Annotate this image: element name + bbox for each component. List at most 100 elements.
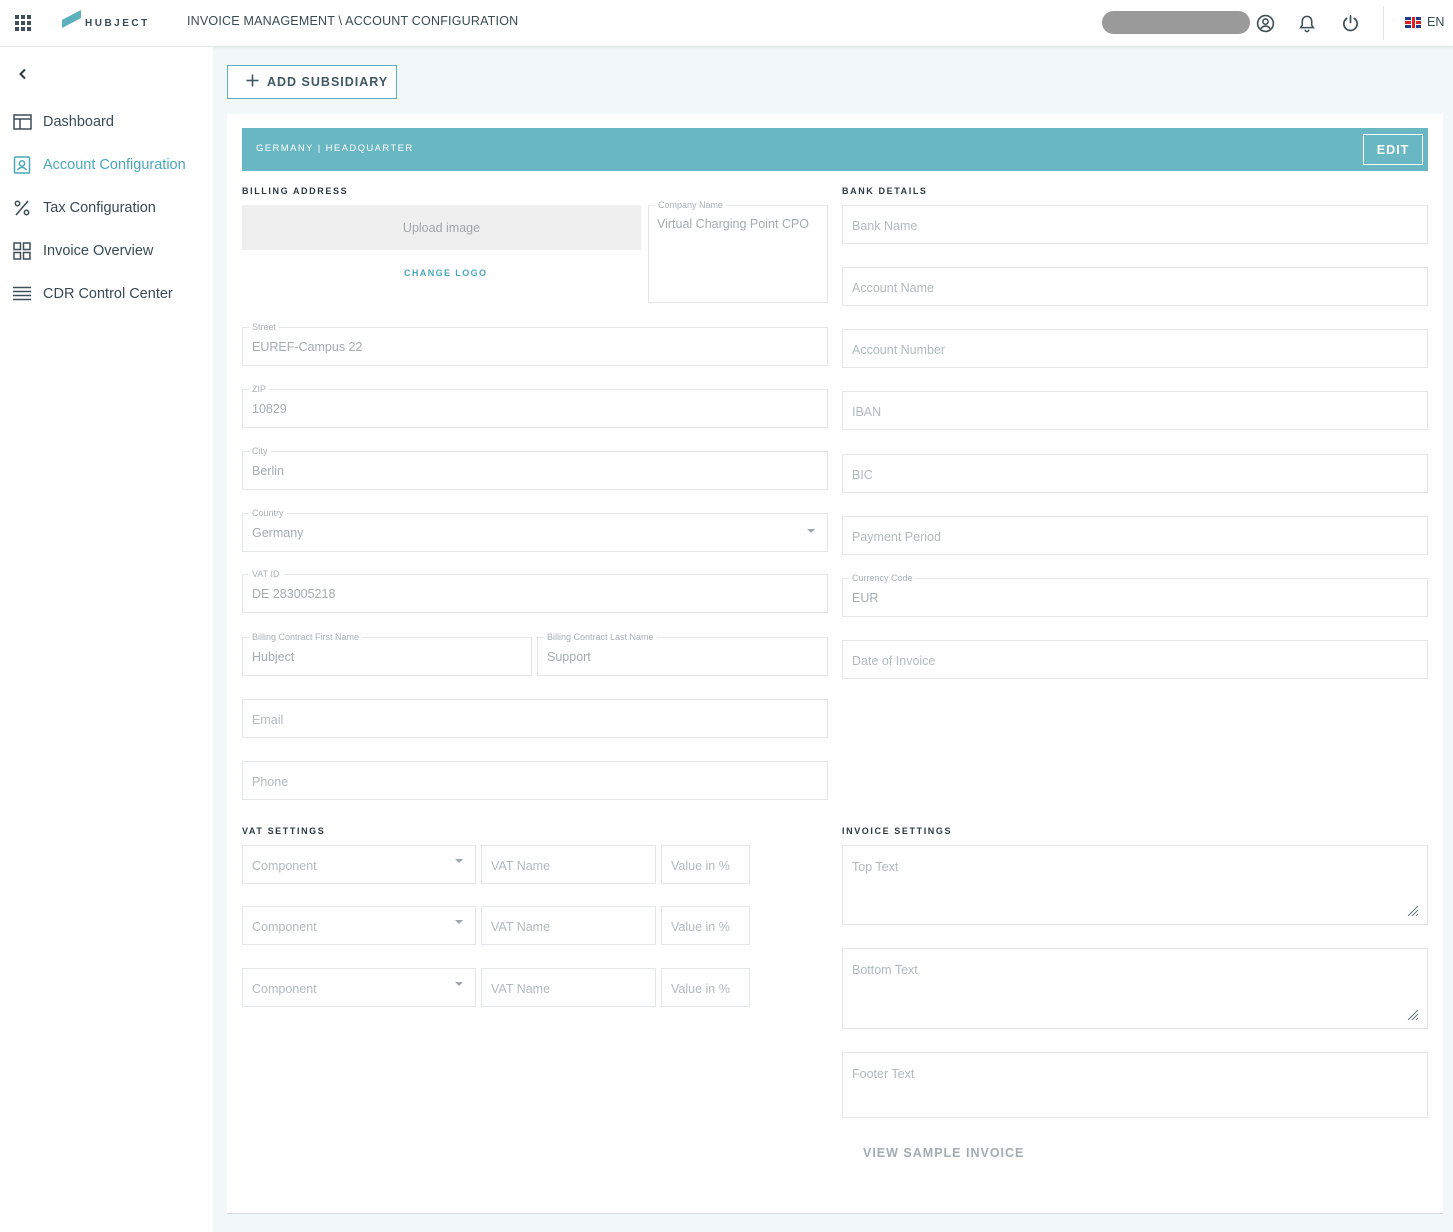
company-name-field[interactable]: Company Name Virtual Charging Point CPO (648, 199, 828, 303)
field-value: 10829 (252, 402, 287, 416)
field-label: Country (249, 507, 287, 519)
top-bar: HUBJECT INVOICE MANAGEMENT \ ACCOUNT CON… (0, 0, 1453, 47)
field-label: City (249, 445, 271, 457)
upload-image-area[interactable]: Upload image (242, 205, 641, 250)
top-text-area[interactable]: Top Text (842, 845, 1428, 925)
user-name-pill[interactable] (1102, 11, 1250, 34)
dropdown-caret-icon (807, 529, 815, 533)
grid-icon (12, 241, 32, 261)
field-label: Billing Contract First Name (249, 631, 363, 643)
apps-grid-icon[interactable] (15, 15, 31, 31)
bic-field[interactable]: BIC (842, 454, 1428, 493)
vat-settings-title: VAT SETTINGS (242, 826, 326, 836)
field-label: Currency Code (849, 572, 916, 584)
resize-handle-icon[interactable] (1407, 904, 1419, 917)
card-header: GERMANY | HEADQUARTER EDIT (242, 128, 1428, 171)
view-sample-invoice-button[interactable]: VIEW SAMPLE INVOICE (863, 1146, 1024, 1160)
breadcrumb: INVOICE MANAGEMENT \ ACCOUNT CONFIGURATI… (187, 14, 519, 28)
language-selector[interactable]: EN (1405, 15, 1444, 29)
zip-field[interactable]: ZIP 10829 (242, 383, 828, 428)
field-placeholder: Value in % (671, 982, 730, 996)
sidebar-item-cdr-control-center[interactable]: CDR Control Center (12, 282, 173, 306)
card-title: GERMANY | HEADQUARTER (256, 143, 414, 154)
street-field[interactable]: Street EUREF-Campus 22 (242, 321, 828, 366)
dropdown-caret-icon (455, 920, 463, 924)
vat-component-select[interactable]: Component (242, 968, 476, 1007)
phone-field[interactable]: Phone (242, 761, 828, 800)
sidebar-item-invoice-overview[interactable]: Invoice Overview (12, 239, 153, 263)
field-placeholder: Component (252, 859, 317, 873)
sidebar-item-dashboard[interactable]: Dashboard (12, 110, 114, 134)
language-code: EN (1427, 15, 1445, 29)
field-label: Company Name (655, 199, 727, 211)
field-placeholder: Account Name (852, 281, 934, 295)
vat-component-select[interactable]: Component (242, 845, 476, 884)
sidebar-item-label: CDR Control Center (43, 286, 173, 302)
vat-name-field[interactable]: VAT Name (481, 968, 656, 1007)
field-placeholder: VAT Name (491, 982, 551, 996)
percent-icon (12, 198, 32, 218)
list-icon (12, 284, 32, 304)
vat-value-field[interactable]: Value in % (661, 845, 750, 884)
bank-details-title: BANK DETAILS (842, 186, 928, 196)
billing-address-title: BILLING ADDRESS (242, 186, 349, 196)
notification-bell-icon[interactable] (1296, 12, 1318, 34)
currency-code-field[interactable]: Currency Code EUR (842, 572, 1428, 617)
field-placeholder: VAT Name (491, 920, 551, 934)
resize-handle-icon[interactable] (1407, 1008, 1419, 1021)
country-select[interactable]: Country Germany (242, 507, 828, 552)
field-placeholder: Bank Name (852, 219, 918, 233)
vat-value-field[interactable]: Value in % (661, 968, 750, 1007)
field-value: Hubject (252, 650, 295, 664)
power-logout-icon[interactable] (1339, 12, 1361, 34)
city-field[interactable]: City Berlin (242, 445, 828, 490)
bank-name-field[interactable]: Bank Name (842, 205, 1428, 244)
field-placeholder: Account Number (852, 343, 946, 357)
sidebar-item-tax-configuration[interactable]: Tax Configuration (12, 196, 156, 220)
footer-text-area[interactable]: Footer Text (842, 1052, 1428, 1118)
vat-value-field[interactable]: Value in % (661, 906, 750, 945)
field-label: VAT ID (249, 568, 283, 580)
edit-button[interactable]: EDIT (1363, 134, 1423, 165)
sidebar-item-label: Account Configuration (43, 157, 186, 173)
sidebar-item-label: Dashboard (43, 114, 114, 130)
payment-period-field[interactable]: Payment Period (842, 516, 1428, 555)
account-number-field[interactable]: Account Number (842, 329, 1428, 368)
vat-name-field[interactable]: VAT Name (481, 906, 656, 945)
billing-first-name-field[interactable]: Billing Contract First Name Hubject (242, 631, 532, 676)
billing-last-name-field[interactable]: Billing Contract Last Name Support (537, 631, 828, 676)
vat-id-field[interactable]: VAT ID DE 283005218 (242, 568, 828, 613)
dropdown-caret-icon (455, 982, 463, 986)
date-of-invoice-field[interactable]: Date of Invoice (842, 640, 1428, 679)
account-name-field[interactable]: Account Name (842, 267, 1428, 306)
field-label: Billing Contract Last Name (544, 631, 657, 643)
sidebar-item-label: Invoice Overview (43, 243, 154, 259)
field-placeholder: Date of Invoice (852, 654, 936, 668)
field-value: Support (547, 650, 591, 664)
change-logo-button[interactable]: CHANGE LOGO (404, 268, 487, 278)
sidebar-item-label: Tax Configuration (43, 200, 156, 216)
field-label: Street (249, 321, 280, 333)
field-value: EUR (852, 591, 879, 605)
bottom-text-area[interactable]: Bottom Text (842, 948, 1428, 1029)
vat-component-select[interactable]: Component (242, 906, 476, 945)
sidebar: Dashboard Account Configuration Tax Conf… (0, 47, 213, 1232)
add-subsidiary-button[interactable]: ADD SUBSIDIARY (227, 65, 397, 99)
dropdown-caret-icon (455, 859, 463, 863)
sidebar-item-account-configuration[interactable]: Account Configuration (12, 153, 186, 177)
field-placeholder: Payment Period (852, 530, 941, 544)
hubject-logo[interactable]: HUBJECT (60, 10, 150, 34)
invoice-settings-title: INVOICE SETTINGS (842, 826, 953, 836)
field-value: DE 283005218 (252, 587, 336, 601)
dashboard-icon (12, 112, 32, 132)
vat-name-field[interactable]: VAT Name (481, 845, 656, 884)
collapse-sidebar-icon[interactable] (16, 67, 30, 81)
email-field[interactable]: Email (242, 699, 828, 738)
field-placeholder: Email (252, 713, 284, 727)
iban-field[interactable]: IBAN (842, 391, 1428, 430)
field-value: Virtual Charging Point CPO (657, 217, 809, 231)
field-placeholder: BIC (852, 468, 873, 482)
field-placeholder: IBAN (852, 405, 882, 419)
user-profile-icon[interactable] (1254, 12, 1276, 34)
field-placeholder: Value in % (671, 920, 730, 934)
